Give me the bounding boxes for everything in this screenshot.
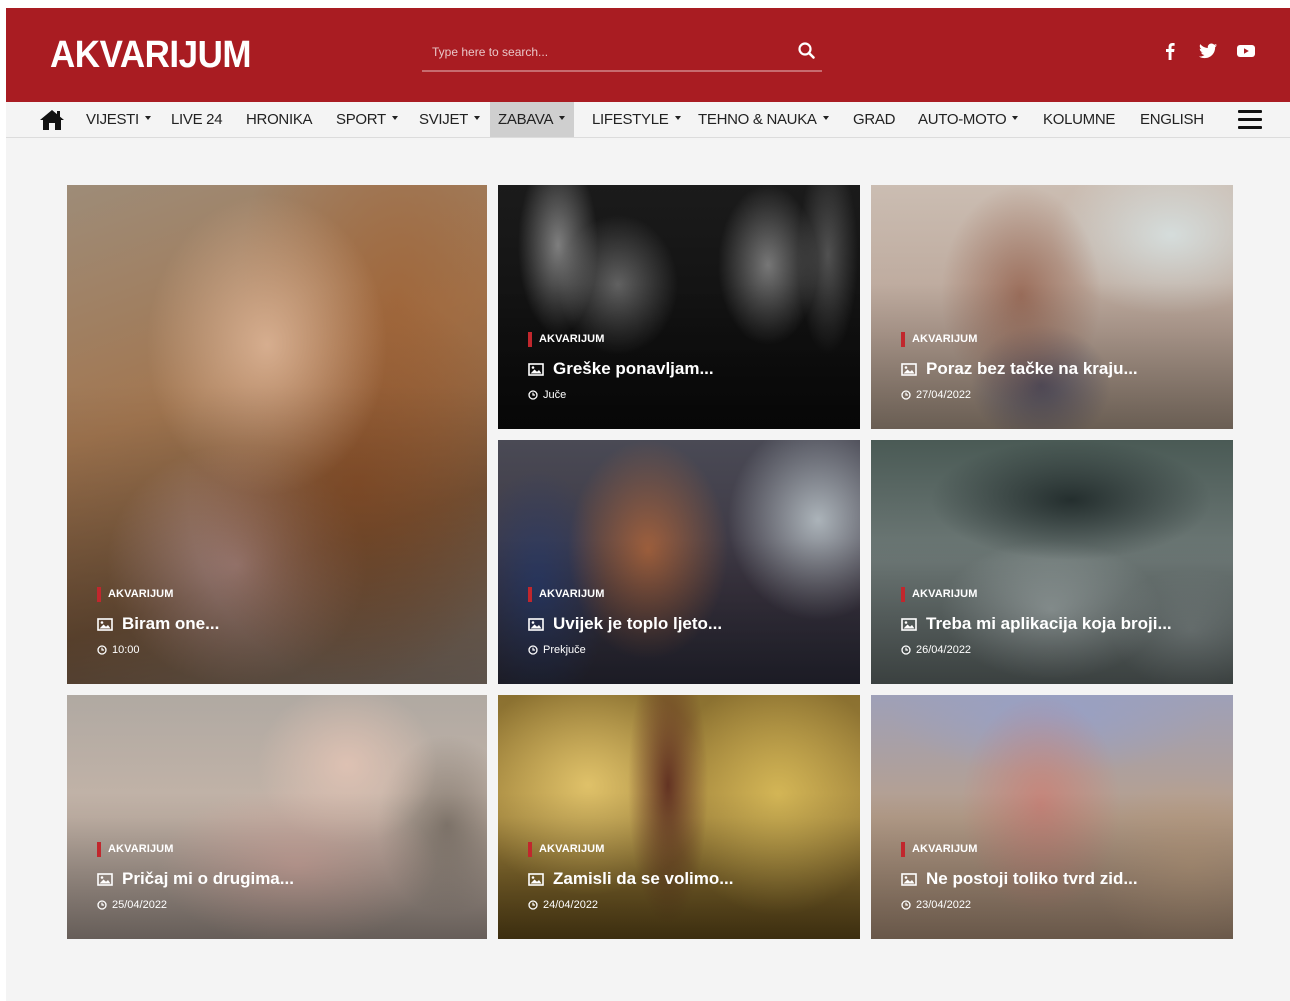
clock-icon bbox=[901, 390, 911, 400]
nav-item-label: SVIJET bbox=[419, 111, 469, 128]
article-title[interactable]: Uvijek je toplo ljeto... bbox=[528, 614, 722, 634]
image-icon bbox=[97, 872, 113, 886]
nav-item-label: ZABAVA bbox=[498, 111, 554, 128]
nav-item-sport[interactable]: SPORT bbox=[336, 102, 398, 137]
clock-icon bbox=[528, 390, 538, 400]
facebook-link[interactable] bbox=[1158, 40, 1182, 62]
search-icon bbox=[798, 42, 815, 59]
search-bar bbox=[422, 34, 822, 72]
menu-button[interactable] bbox=[1238, 110, 1262, 132]
nav-item-label: AUTO-MOTO bbox=[918, 111, 1007, 128]
nav-item-label: VIJESTI bbox=[86, 111, 139, 128]
search-button[interactable] bbox=[796, 40, 818, 62]
article-date: 26/04/2022 bbox=[901, 644, 971, 656]
nav-item-hronika[interactable]: HRONIKA bbox=[246, 102, 313, 137]
caret-down-icon bbox=[822, 116, 829, 121]
nav-item-label: TEHNO & NAUKA bbox=[698, 111, 817, 128]
nav-item-label: LIVE 24 bbox=[171, 111, 223, 128]
article-category: AKVARIJUM bbox=[528, 842, 604, 857]
clock-icon bbox=[528, 900, 538, 910]
image-icon bbox=[528, 872, 544, 886]
article-card[interactable]: AKVARIJUM Biram one... 10:00 bbox=[67, 185, 487, 684]
hamburger-icon bbox=[1238, 110, 1262, 113]
image-icon bbox=[97, 617, 113, 631]
article-card[interactable]: AKVARIJUM Treba mi aplikacija koja broji… bbox=[871, 440, 1233, 684]
site-logo[interactable]: AKVARIJUM bbox=[50, 34, 252, 77]
article-date: 25/04/2022 bbox=[97, 899, 167, 911]
caret-down-icon bbox=[1012, 116, 1019, 121]
article-category: AKVARIJUM bbox=[97, 587, 173, 602]
article-date: 27/04/2022 bbox=[901, 389, 971, 401]
caret-down-icon bbox=[144, 116, 151, 121]
nav-item-svijet[interactable]: SVIJET bbox=[419, 102, 481, 137]
nav-item-label: KOLUMNE bbox=[1043, 111, 1116, 128]
nav-item-live-24[interactable]: LIVE 24 bbox=[171, 102, 223, 137]
main-nav: VIJESTI LIVE 24 HRONIKA SPORT SVIJET ZAB… bbox=[6, 102, 1290, 138]
article-title[interactable]: Poraz bez tačke na kraju... bbox=[901, 359, 1138, 379]
nav-item-label: ENGLISH bbox=[1140, 111, 1204, 128]
clock-icon bbox=[901, 900, 911, 910]
nav-item-lifestyle[interactable]: LIFESTYLE bbox=[592, 102, 681, 137]
home-link[interactable] bbox=[38, 108, 66, 132]
nav-item-zabava[interactable]: ZABAVA bbox=[490, 102, 574, 137]
image-icon bbox=[528, 617, 544, 631]
image-icon bbox=[901, 617, 917, 631]
youtube-icon bbox=[1237, 45, 1255, 57]
article-card[interactable]: AKVARIJUM Pričaj mi o drugima... 25/04/2… bbox=[67, 695, 487, 939]
article-card[interactable]: AKVARIJUM Greške ponavljam... Juče bbox=[498, 185, 860, 429]
image-icon bbox=[901, 872, 917, 886]
clock-icon bbox=[901, 645, 911, 655]
search-input[interactable] bbox=[432, 42, 772, 62]
article-category: AKVARIJUM bbox=[528, 587, 604, 602]
nav-item-english[interactable]: ENGLISH bbox=[1140, 102, 1204, 137]
article-title[interactable]: Treba mi aplikacija koja broji... bbox=[901, 614, 1172, 634]
caret-down-icon bbox=[474, 116, 481, 121]
article-card[interactable]: AKVARIJUM Uvijek je toplo ljeto... Prekj… bbox=[498, 440, 860, 684]
caret-down-icon bbox=[559, 116, 566, 121]
article-category: AKVARIJUM bbox=[901, 842, 977, 857]
youtube-link[interactable] bbox=[1234, 40, 1258, 62]
article-date: 24/04/2022 bbox=[528, 899, 598, 911]
image-icon bbox=[528, 362, 544, 376]
article-category: AKVARIJUM bbox=[528, 332, 604, 347]
clock-icon bbox=[97, 900, 107, 910]
nav-item-vijesti[interactable]: VIJESTI bbox=[86, 102, 151, 137]
caret-down-icon bbox=[674, 116, 681, 121]
article-card[interactable]: AKVARIJUM Ne postoji toliko tvrd zid... … bbox=[871, 695, 1233, 939]
twitter-icon bbox=[1199, 43, 1217, 59]
nav-item-kolumne[interactable]: KOLUMNE bbox=[1043, 102, 1115, 137]
clock-icon bbox=[97, 645, 107, 655]
article-date: 23/04/2022 bbox=[901, 899, 971, 911]
article-card[interactable]: AKVARIJUM Poraz bez tačke na kraju... 27… bbox=[871, 185, 1233, 429]
article-category: AKVARIJUM bbox=[901, 332, 977, 347]
home-icon bbox=[40, 110, 64, 130]
article-category: AKVARIJUM bbox=[97, 842, 173, 857]
article-title[interactable]: Ne postoji toliko tvrd zid... bbox=[901, 869, 1138, 889]
nav-item-tehno-nauka[interactable]: TEHNO & NAUKA bbox=[698, 102, 829, 137]
facebook-icon bbox=[1166, 43, 1175, 60]
article-title[interactable]: Zamisli da se volimo... bbox=[528, 869, 733, 889]
page: AKVARIJUM Type here to search... VIJESTI… bbox=[6, 8, 1290, 1001]
caret-down-icon bbox=[391, 116, 398, 121]
site-header: AKVARIJUM bbox=[6, 8, 1290, 102]
nav-item-auto-moto[interactable]: AUTO-MOTO bbox=[918, 102, 1019, 137]
nav-item-grad[interactable]: GRAD bbox=[853, 102, 895, 137]
nav-item-label: LIFESTYLE bbox=[592, 111, 669, 128]
article-title[interactable]: Greške ponavljam... bbox=[528, 359, 714, 379]
article-date: 10:00 bbox=[97, 644, 140, 656]
twitter-link[interactable] bbox=[1196, 40, 1220, 62]
nav-item-label: SPORT bbox=[336, 111, 386, 128]
article-title[interactable]: Pričaj mi o drugima... bbox=[97, 869, 294, 889]
nav-item-label: HRONIKA bbox=[246, 111, 313, 128]
article-date: Juče bbox=[528, 389, 566, 401]
article-card[interactable]: AKVARIJUM Zamisli da se volimo... 24/04/… bbox=[498, 695, 860, 939]
nav-item-label: GRAD bbox=[853, 111, 896, 128]
article-category: AKVARIJUM bbox=[901, 587, 977, 602]
clock-icon bbox=[528, 645, 538, 655]
image-icon bbox=[901, 362, 917, 376]
article-date: Prekjuče bbox=[528, 644, 586, 656]
article-title[interactable]: Biram one... bbox=[97, 614, 219, 634]
